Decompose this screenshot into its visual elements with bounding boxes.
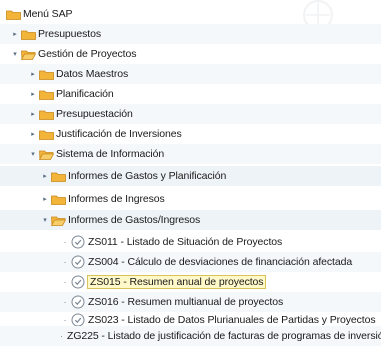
triangle-right-icon[interactable]: ▸ — [28, 89, 38, 99]
tree-node-label: Datos Maestros — [56, 68, 129, 80]
transaction-icon — [71, 255, 85, 269]
triangle-down-icon[interactable]: ▾ — [28, 149, 38, 159]
triangle-down-icon[interactable]: ▾ — [40, 215, 50, 225]
tree-node-label: Presupuestos — [38, 28, 102, 40]
folder-open-icon — [51, 216, 66, 226]
tree-node-presupuestos[interactable]: ▸ Presupuestos — [0, 24, 381, 44]
transaction-icon — [71, 295, 85, 309]
folder-icon — [39, 130, 54, 140]
tree-root[interactable]: Menú SAP — [0, 4, 381, 24]
transaction-label: ZS015 - Resumen anual de proyectos — [86, 275, 267, 289]
bullet-icon: · — [63, 237, 67, 247]
folder-open-icon — [21, 50, 36, 60]
sap-menu-tree: Menú SAP ▸ Presupuestos ▾ Gestión de Pro… — [0, 0, 381, 346]
transaction-icon — [71, 313, 85, 327]
tree-node-planificacion[interactable]: ▸ Planificación — [0, 84, 381, 104]
tree-node-sistema-informacion[interactable]: ▾ Sistema de Información — [0, 144, 381, 164]
bullet-icon: · — [63, 315, 67, 325]
tree-node-informes-ingresos[interactable]: ▸ Informes de Ingresos — [0, 189, 381, 209]
tree-node-label: Planificación — [56, 88, 114, 100]
triangle-right-icon[interactable]: ▸ — [28, 129, 38, 139]
transaction-item-selected[interactable]: · ZS015 - Resumen anual de proyectos — [0, 272, 381, 292]
triangle-right-icon[interactable]: ▸ — [10, 29, 20, 39]
transaction-icon — [71, 235, 85, 249]
transaction-item[interactable]: · ZS011 - Listado de Situación de Proyec… — [0, 232, 381, 252]
folder-icon — [39, 90, 54, 100]
tree-node-informes-gastos-ingresos[interactable]: ▾ Informes de Gastos/Ingresos — [0, 210, 381, 230]
folder-icon — [39, 70, 54, 80]
triangle-right-icon[interactable]: ▸ — [28, 69, 38, 79]
triangle-right-icon[interactable]: ▸ — [40, 171, 50, 181]
tree-node-label: Informes de Gastos y Planificación — [68, 170, 227, 182]
triangle-down-icon[interactable]: ▾ — [10, 49, 20, 59]
tree-node-presupuestacion[interactable]: ▸ Presupuestación — [0, 104, 381, 124]
tree-node-datos-maestros[interactable]: ▸ Datos Maestros — [0, 64, 381, 84]
folder-icon — [6, 10, 21, 20]
transaction-label: ZS004 - Cálculo de desviaciones de finan… — [88, 256, 353, 268]
bullet-icon: · — [63, 297, 67, 307]
tree-node-justificacion-inversiones[interactable]: ▸ Justificación de Inversiones — [0, 124, 381, 144]
folder-icon — [51, 195, 66, 205]
tree-node-label: Justificación de Inversiones — [56, 128, 182, 140]
bullet-icon: · — [60, 331, 63, 341]
transaction-label: ZS011 - Listado de Situación de Proyecto… — [88, 236, 283, 248]
tree-node-label: Informes de Gastos/Ingresos — [68, 214, 201, 226]
bullet-icon: · — [63, 277, 67, 287]
transaction-icon — [71, 275, 85, 289]
tree-node-label: Gestión de Proyectos — [38, 48, 137, 60]
tree-root-label: Menú SAP — [23, 8, 73, 20]
bullet-icon: · — [63, 257, 67, 267]
transaction-item[interactable]: · ZS004 - Cálculo de desviaciones de fin… — [0, 252, 381, 272]
triangle-right-icon[interactable]: ▸ — [40, 194, 50, 204]
tree-node-gestion-proyectos[interactable]: ▾ Gestión de Proyectos — [0, 44, 381, 64]
tree-node-label: Presupuestación — [56, 108, 133, 120]
transaction-label: ZS016 - Resumen multianual de proyectos — [88, 296, 284, 308]
tree-node-label: Informes de Ingresos — [68, 193, 165, 205]
folder-icon — [21, 30, 36, 40]
transaction-item[interactable]: · ZG225 - Listado de justificación de fa… — [0, 326, 381, 346]
tree-node-informes-gastos-planificacion[interactable]: ▸ Informes de Gastos y Planificación — [0, 166, 381, 186]
folder-icon — [51, 172, 66, 182]
triangle-right-icon[interactable]: ▸ — [28, 109, 38, 119]
transaction-item[interactable]: · ZS016 - Resumen multianual de proyecto… — [0, 292, 381, 312]
tree-node-label: Sistema de Información — [56, 148, 165, 160]
folder-open-icon — [39, 150, 54, 160]
transaction-label: ZG225 - Listado de justificación de fact… — [67, 330, 381, 342]
folder-icon — [39, 110, 54, 120]
transaction-label: ZS023 - Listado de Datos Plurianuales de… — [88, 314, 376, 326]
